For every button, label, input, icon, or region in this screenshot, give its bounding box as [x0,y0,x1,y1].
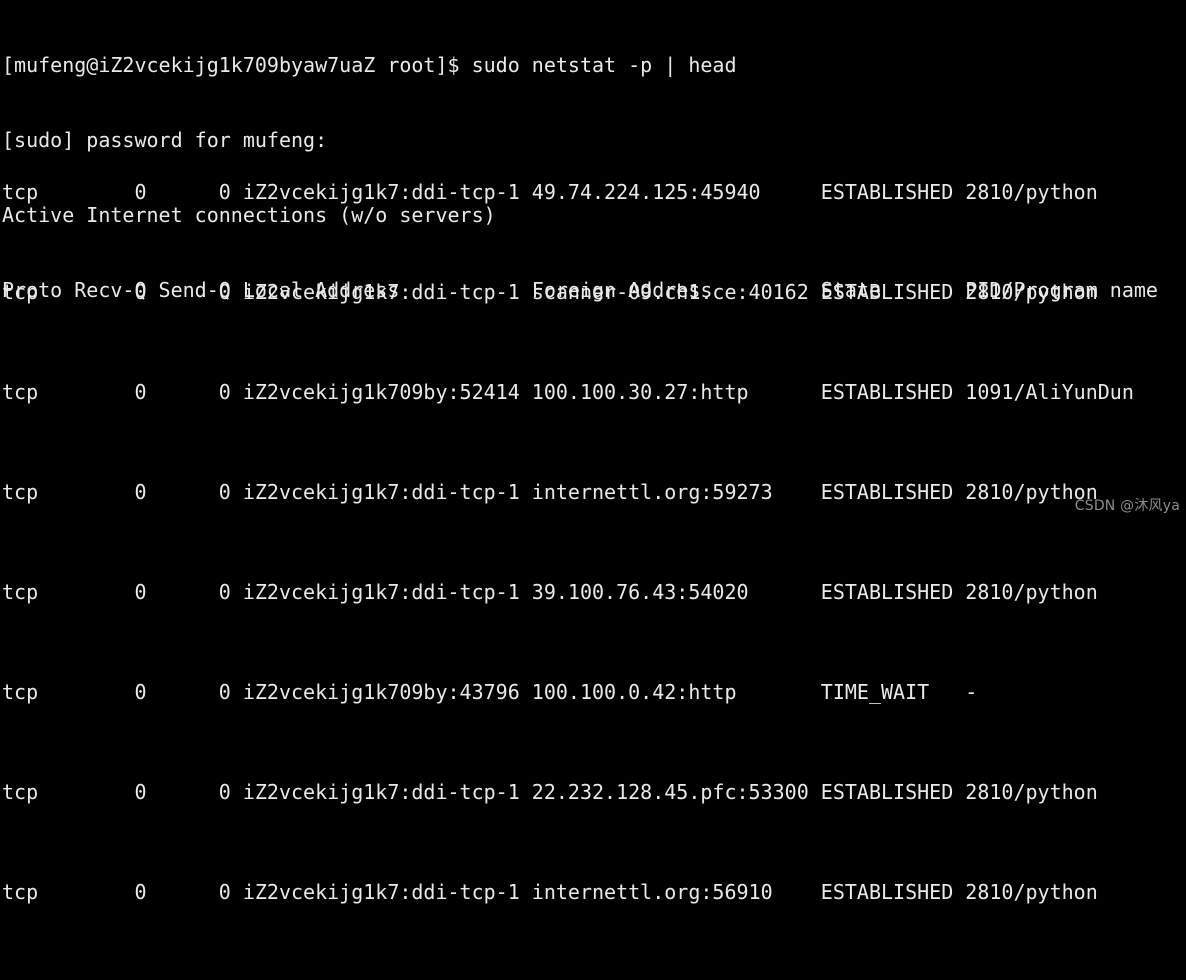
table-row: tcp 0 0 iZ2vcekijg1k7:ddi-tcp-1 39.100.7… [2,580,1098,604]
table-row: tcp 0 0 iZ2vcekijg1k7:ddi-tcp-1 scanner-… [2,280,1098,304]
table-row: tcp 0 0 iZ2vcekijg1k709by:43796 100.100.… [2,680,978,704]
table-row: tcp 0 0 iZ2vcekijg1k7:ddi-tcp-1 22.232.1… [2,780,1098,804]
netstat-connection-list: tcp 0 0 iZ2vcekijg1k7:ddi-tcp-1 49.74.22… [2,130,1186,980]
terminal-window[interactable]: [mufeng@iZ2vcekijg1k709byaw7uaZ root]$ s… [0,0,1186,904]
shell-prompt-line: [mufeng@iZ2vcekijg1k709byaw7uaZ root]$ s… [2,53,737,77]
table-row: tcp 0 0 iZ2vcekijg1k709by:52414 100.100.… [2,380,1134,404]
watermark: CSDN @沐风ya [1074,498,1180,514]
table-row: tcp 0 0 iZ2vcekijg1k7:ddi-tcp-1 internet… [2,880,1098,904]
table-row: tcp 0 0 iZ2vcekijg1k7:ddi-tcp-1 49.74.22… [2,180,1098,204]
